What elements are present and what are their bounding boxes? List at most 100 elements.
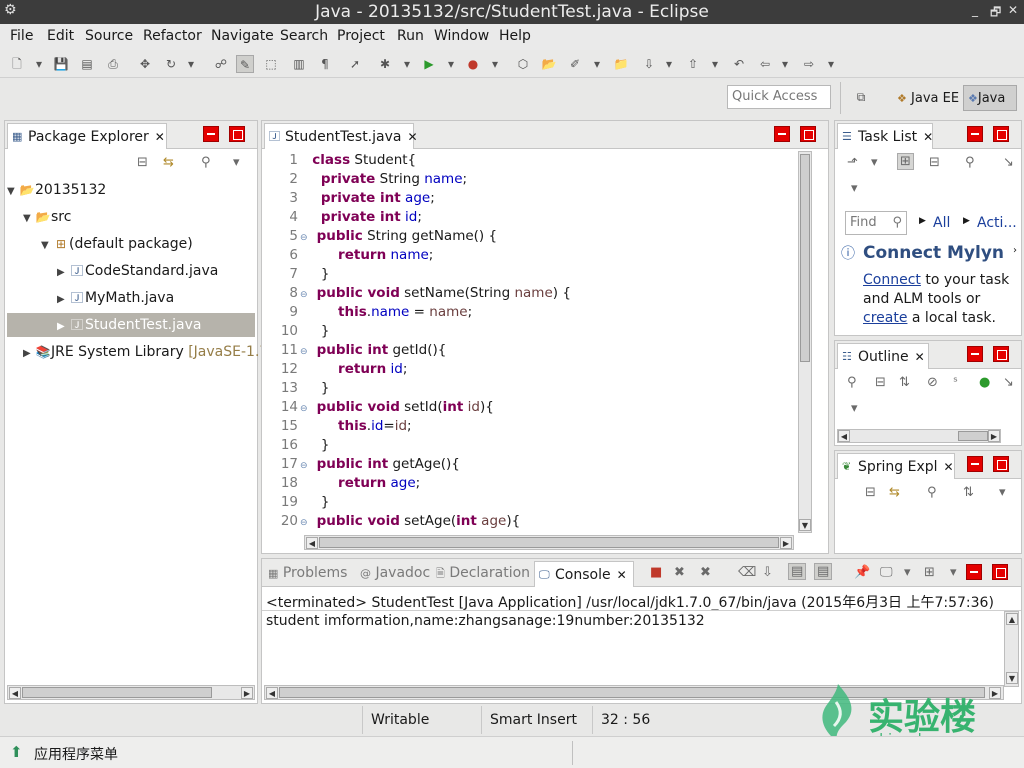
hide-local-types-icon[interactable]: ↘: [1003, 375, 1014, 390]
maximize-button[interactable]: [800, 126, 816, 142]
dropdown-arrow-icon[interactable]: ▾: [588, 55, 606, 73]
vertical-scrollbar[interactable]: ▲ ▼: [1004, 611, 1019, 687]
menu-source[interactable]: Source: [85, 28, 133, 44]
status-insert-mode[interactable]: Smart Insert: [481, 706, 591, 734]
mark-occurrences-icon[interactable]: ✎: [236, 55, 254, 73]
tab-outline[interactable]: ☷ Outline ✕: [837, 343, 929, 369]
maximize-button[interactable]: [993, 456, 1009, 472]
view-menu-icon[interactable]: ▾: [851, 401, 858, 416]
scroll-left-icon[interactable]: ◀: [266, 687, 278, 699]
chevron-down-icon[interactable]: ▼: [23, 207, 35, 231]
link-with-editor-icon[interactable]: ⇆: [163, 155, 174, 170]
task-find-input[interactable]: Find ⚲: [845, 211, 907, 235]
maximize-button[interactable]: [992, 564, 1008, 580]
tab-declaration[interactable]: 🗎 Declaration: [436, 565, 530, 584]
minimize-button[interactable]: [967, 346, 983, 362]
menu-run[interactable]: Run: [397, 28, 424, 44]
tab-problems[interactable]: ▦ Problems: [268, 565, 347, 581]
new-server-icon[interactable]: ✥: [136, 55, 154, 73]
save-icon[interactable]: 💾: [52, 55, 70, 73]
collapse-all-icon[interactable]: ⊟: [137, 155, 148, 170]
quick-access-input[interactable]: Quick Access: [727, 85, 831, 109]
paragraph-icon[interactable]: ¶: [316, 55, 334, 73]
menu-window[interactable]: Window: [434, 28, 489, 44]
minimize-button[interactable]: [774, 126, 790, 142]
scroll-right-icon[interactable]: ▶: [780, 537, 792, 549]
collapse-all-icon[interactable]: ⊟: [875, 375, 886, 390]
terminate-icon[interactable]: ■: [650, 565, 662, 580]
scroll-thumb[interactable]: [958, 431, 988, 441]
tab-console[interactable]: 🖵 Console ✕: [534, 561, 634, 587]
perspective-java-ee[interactable]: ❖ Java EE: [892, 85, 964, 111]
menu-edit[interactable]: Edit: [47, 28, 74, 44]
chevron-right-icon[interactable]: ▶: [57, 315, 69, 339]
dropdown-arrow-icon[interactable]: ▾: [442, 55, 460, 73]
app-menu-label[interactable]: 应用程序菜单: [34, 744, 118, 764]
horizontal-scrollbar[interactable]: ◀ ▶: [304, 535, 794, 550]
code-area[interactable]: 1 class Student{ 2 private String name; …: [262, 151, 798, 533]
view-menu-icon[interactable]: ▾: [233, 155, 240, 170]
filter-icon[interactable]: ⚲: [201, 155, 211, 170]
tree-item-jre-library[interactable]: ▶ 📚JRE System Library [JavaSE-1.7]: [23, 340, 274, 364]
maximize-button[interactable]: [229, 126, 245, 142]
scroll-right-icon[interactable]: ▶: [988, 430, 1000, 442]
filter-activate-link[interactable]: Acti...: [977, 215, 1017, 231]
categorized-icon[interactable]: ⊞: [897, 153, 914, 170]
chevron-down-icon[interactable]: ▼: [7, 180, 19, 204]
menu-project[interactable]: Project: [337, 28, 385, 44]
close-icon[interactable]: ✕: [923, 130, 933, 144]
tab-student-test[interactable]: 🄹 StudentTest.java ✕: [264, 123, 418, 149]
run-icon[interactable]: ▶: [420, 55, 438, 73]
close-icon[interactable]: ✕: [944, 460, 954, 474]
maximize-button[interactable]: [993, 126, 1009, 142]
scroll-down-icon[interactable]: ▼: [799, 519, 811, 531]
hide-non-public-icon[interactable]: ●: [979, 375, 990, 390]
app-menu-icon[interactable]: ⬆: [10, 743, 23, 761]
chevron-down-icon[interactable]: ▼: [41, 234, 53, 258]
tree-item-file[interactable]: ▶ 🄹 CodeStandard.java: [57, 259, 255, 283]
toggle-block-icon[interactable]: ⬚: [262, 55, 280, 73]
open-console-icon[interactable]: ⊞: [924, 565, 935, 580]
open-resource-icon[interactable]: 📁: [612, 55, 630, 73]
dropdown-arrow-icon[interactable]: ▾: [871, 155, 878, 170]
minimize-button[interactable]: [967, 126, 983, 142]
display-console-icon[interactable]: 🖵: [880, 565, 893, 580]
close-icon[interactable]: ✕: [617, 568, 627, 582]
dropdown-arrow-icon[interactable]: ▾: [822, 55, 840, 73]
filter-icon[interactable]: ⚲: [965, 155, 975, 170]
filter-all-link[interactable]: All: [933, 215, 950, 231]
view-menu-icon[interactable]: ▾: [999, 485, 1006, 500]
back-icon[interactable]: ⇦: [756, 55, 774, 73]
link-with-editor-icon[interactable]: ⇆: [889, 485, 900, 500]
pin-console-icon[interactable]: 📌: [854, 565, 870, 580]
menu-help[interactable]: Help: [499, 28, 531, 44]
console-output[interactable]: student imformation,name:zhangsanage:19n…: [266, 613, 705, 629]
new-task-icon[interactable]: ⬏: [847, 155, 858, 170]
external-tools-icon[interactable]: ●: [464, 55, 482, 73]
filter-icon[interactable]: ⚲: [927, 485, 937, 500]
next-annotation-icon[interactable]: ⇩: [640, 55, 658, 73]
hide-fields-icon[interactable]: ⊘: [927, 375, 938, 390]
menu-file[interactable]: File: [10, 28, 33, 44]
sort-icon[interactable]: ⇅: [899, 375, 910, 390]
refresh-icon[interactable]: ↻: [162, 55, 180, 73]
create-link[interactable]: create: [863, 310, 907, 326]
debug-icon[interactable]: ✱: [376, 55, 394, 73]
close-icon[interactable]: ✕: [915, 350, 925, 364]
dropdown-arrow-icon[interactable]: ▾: [706, 55, 724, 73]
open-perspective-icon[interactable]: ⧉: [852, 88, 870, 106]
scroll-thumb[interactable]: [22, 687, 212, 698]
tab-spring-explorer[interactable]: ❦ Spring Expl ✕: [837, 453, 955, 479]
tree-item-src[interactable]: ▼ 📂src: [23, 205, 255, 229]
menu-search[interactable]: Search: [280, 28, 328, 44]
remove-all-launches-icon[interactable]: ✖: [700, 565, 711, 580]
dropdown-arrow-icon[interactable]: ▾: [660, 55, 678, 73]
horizontal-scrollbar[interactable]: ◀ ▶: [7, 685, 255, 700]
dropdown-arrow-icon[interactable]: ▾: [30, 55, 48, 73]
close-icon[interactable]: ✕: [155, 130, 165, 144]
menu-navigate[interactable]: Navigate: [211, 28, 274, 44]
dropdown-arrow-icon[interactable]: ▾: [904, 565, 911, 580]
scroll-left-icon[interactable]: ◀: [9, 687, 21, 699]
filter-icon[interactable]: ⚲: [847, 375, 857, 390]
scroll-right-icon[interactable]: ▶: [241, 687, 253, 699]
